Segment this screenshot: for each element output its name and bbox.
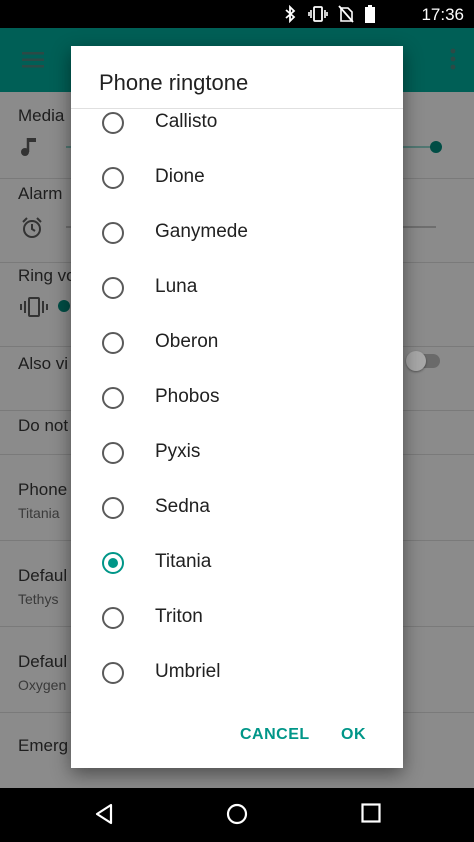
radio-button[interactable]: [102, 167, 124, 189]
row-title: Ring vo: [18, 266, 76, 285]
option-label: Titania: [155, 551, 212, 572]
option-label: Luna: [155, 276, 198, 297]
dialog-title: Phone ringtone: [99, 70, 249, 95]
row-subtitle: Oxygen: [18, 677, 67, 693]
home-icon[interactable]: [226, 803, 248, 825]
cancel-button[interactable]: CANCEL: [240, 726, 310, 744]
row-title: Media: [18, 106, 65, 125]
ring-volume-thumb[interactable]: [58, 300, 70, 312]
option-label: Ganymede: [155, 221, 248, 242]
option-label: Triton: [155, 606, 203, 627]
radio-button[interactable]: [102, 332, 124, 354]
row-subtitle: Titania: [18, 505, 60, 521]
row-title: Defaul: [18, 652, 68, 671]
no-sim-icon: [338, 5, 354, 23]
option-label: Pyxis: [155, 441, 201, 462]
vibrate-toggle-knob[interactable]: [406, 351, 426, 371]
row-title: Emerg: [18, 736, 69, 755]
ringtone-option-luna[interactable]: Luna: [71, 261, 403, 316]
status-bar: 17:36: [0, 0, 474, 28]
back-icon[interactable]: [94, 803, 114, 825]
alarm-clock-icon: [22, 217, 42, 238]
battery-icon: [365, 5, 375, 23]
more-vert-icon[interactable]: [450, 48, 456, 70]
ringtone-option-titania[interactable]: Titania: [71, 536, 403, 591]
option-label: Phobos: [155, 386, 220, 407]
ringtone-option-phobos[interactable]: Phobos: [71, 371, 403, 426]
option-label: Callisto: [155, 111, 218, 132]
ringtone-option-triton[interactable]: Triton: [71, 591, 403, 646]
ringtone-dialog: Phone ringtone Callisto Dione Ganymede L…: [71, 46, 403, 768]
radio-button[interactable]: [102, 607, 124, 629]
radio-button[interactable]: [102, 497, 124, 519]
ringtone-option-oberon[interactable]: Oberon: [71, 316, 403, 371]
bluetooth-icon: [285, 5, 296, 23]
row-title: Alarm: [18, 184, 63, 203]
recents-icon[interactable]: [361, 803, 381, 823]
music-note-icon: [21, 138, 36, 156]
radio-button-selected[interactable]: [102, 552, 124, 574]
vibrate-icon: [308, 6, 328, 22]
radio-button[interactable]: [102, 442, 124, 464]
ringtone-option-pyxis[interactable]: Pyxis: [71, 426, 403, 481]
ringtone-option-dione[interactable]: Dione: [71, 151, 403, 206]
option-label: Umbriel: [155, 661, 221, 682]
row-title: Do not: [18, 416, 69, 435]
option-label: Dione: [155, 166, 205, 187]
radio-button[interactable]: [102, 387, 124, 409]
menu-icon[interactable]: [22, 52, 44, 68]
radio-button[interactable]: [102, 222, 124, 244]
row-title: Phone: [18, 480, 68, 499]
navigation-bar: [0, 788, 474, 842]
ringtone-option-callisto[interactable]: Callisto: [71, 110, 403, 151]
media-volume-thumb[interactable]: [430, 141, 442, 153]
radio-button[interactable]: [102, 277, 124, 299]
vibrate-icon: [20, 297, 48, 317]
dialog-divider: [71, 108, 403, 109]
row-title: Defaul: [18, 566, 68, 585]
row-title: Also vi: [18, 354, 69, 373]
radio-button[interactable]: [102, 662, 124, 684]
ringtone-option-ganymede[interactable]: Ganymede: [71, 206, 403, 261]
clock: 17:36: [421, 5, 464, 24]
option-label: Oberon: [155, 331, 219, 352]
option-label: Sedna: [155, 496, 210, 517]
ringtone-option-umbriel[interactable]: Umbriel: [71, 646, 403, 690]
radio-button[interactable]: [102, 112, 124, 134]
row-subtitle: Tethys: [18, 591, 59, 607]
ok-button[interactable]: OK: [341, 726, 366, 744]
ringtone-options-list[interactable]: Callisto Dione Ganymede Luna Oberon Phob…: [71, 110, 403, 690]
ringtone-option-sedna[interactable]: Sedna: [71, 481, 403, 536]
